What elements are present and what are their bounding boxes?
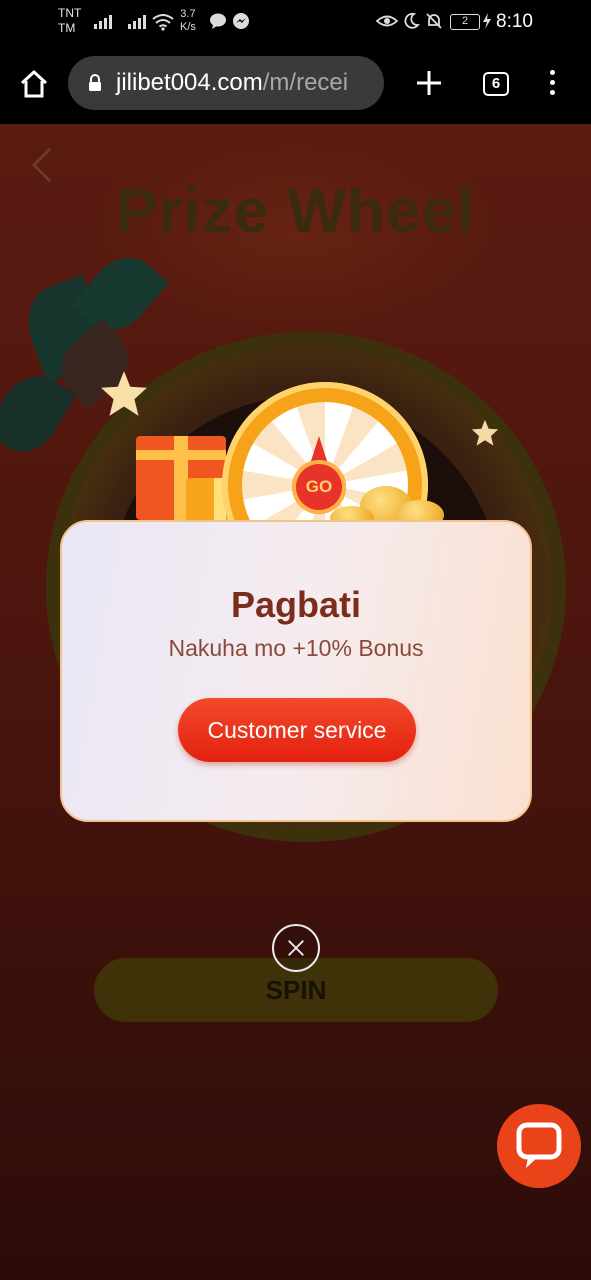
new-tab-icon[interactable]: [414, 68, 444, 98]
carrier-label: TNT TM: [58, 6, 82, 35]
live-chat-button[interactable]: [497, 1104, 581, 1188]
messenger-icon: [233, 13, 249, 29]
moon-icon: [404, 12, 420, 29]
close-icon[interactable]: [272, 924, 320, 972]
clock: 8:10: [496, 11, 533, 32]
lock-icon: [89, 74, 101, 91]
home-icon[interactable]: [18, 68, 50, 100]
browser-toolbar: jilibet004.com/m/recei 6: [0, 46, 591, 124]
url-text[interactable]: jilibet004.com/m/recei: [116, 69, 348, 97]
chat-icon: [516, 1122, 562, 1168]
wifi-icon: [152, 14, 174, 31]
star-icon: [471, 419, 499, 446]
customer-service-button[interactable]: Customer service: [178, 698, 416, 762]
star-icon: [101, 371, 147, 416]
url-host: jilibet004.com: [116, 69, 263, 96]
battery-icon: 2: [450, 14, 480, 30]
page-title: Prize Wheel: [116, 177, 475, 246]
tab-count-button[interactable]: 6: [483, 72, 509, 96]
eye-icon: [376, 15, 398, 27]
bell-off-icon: [426, 13, 442, 29]
signal-icon: [128, 13, 146, 29]
address-bar[interactable]: jilibet004.com/m/recei: [68, 56, 384, 110]
reward-dialog: Pagbati Nakuha mo +10% Bonus Customer se…: [60, 520, 532, 822]
chat-bubble-icon: [210, 13, 226, 29]
network-speed: 3.7 K/s: [180, 8, 196, 33]
page-content: Prize Wheel GO SPIN Pagbati Nakuha mo +1…: [0, 124, 591, 1280]
status-bar: TNT TM 3.7 K/s 2 8:10: [0, 0, 591, 46]
more-menu-icon[interactable]: [544, 70, 560, 98]
dialog-title: Pagbati: [230, 584, 362, 625]
signal-icon: [94, 13, 112, 29]
dialog-message: Nakuha mo +10% Bonus: [168, 635, 424, 661]
wheel-go-button[interactable]: GO: [292, 460, 346, 514]
charging-icon: [483, 13, 491, 29]
url-path: /m/recei: [262, 69, 349, 96]
